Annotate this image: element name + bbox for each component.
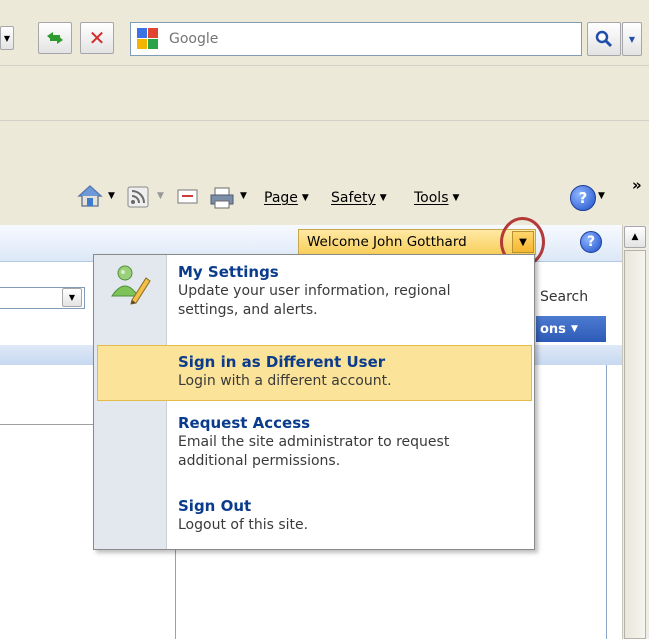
menu-item-description: Login with a different account. — [178, 373, 392, 389]
menu-item-description: Logout of this site. — [178, 517, 309, 533]
menu-item-sign-out[interactable]: Sign Out Logout of this site. — [178, 497, 530, 535]
chevron-down-icon: ▼ — [301, 193, 309, 203]
scroll-up-button[interactable]: ▲ — [624, 226, 646, 248]
chevron-down-icon: ▼ — [570, 324, 578, 334]
menu-item-title: Sign in as Different User — [178, 353, 386, 371]
google-icon — [137, 28, 159, 50]
printer-icon — [210, 187, 234, 209]
chevron-more-icon[interactable]: » — [632, 176, 642, 194]
magnifier-icon — [595, 30, 613, 48]
menu-item-description: Email the site administrator to request … — [178, 434, 450, 469]
read-mail-button[interactable] — [177, 188, 199, 208]
chevron-down-icon: ▼ — [68, 293, 76, 302]
home-dropdown-icon[interactable]: ▼ — [108, 191, 115, 201]
welcome-text: Welcome John Gotthard — [307, 234, 467, 250]
home-icon — [77, 185, 103, 207]
menu-item-title: Request Access — [178, 414, 311, 432]
stop-button[interactable]: ✕ — [80, 22, 114, 54]
chevron-down-icon: ▼ — [3, 33, 11, 43]
site-help-button[interactable]: ? — [580, 231, 602, 253]
chevron-up-icon: ▲ — [631, 232, 639, 242]
search-link[interactable]: Search — [540, 289, 588, 305]
home-button[interactable] — [76, 183, 106, 211]
print-button[interactable] — [208, 186, 236, 210]
help-icon: ? — [578, 189, 588, 207]
print-dropdown-icon[interactable]: ▼ — [240, 191, 247, 201]
refresh-icon — [47, 32, 63, 44]
search-go-button[interactable] — [587, 22, 621, 56]
search-input[interactable] — [167, 23, 581, 55]
search-options-button[interactable]: ▼ — [622, 22, 642, 56]
menu-item-my-settings[interactable]: My Settings Update your user information… — [178, 263, 530, 320]
tools-menu[interactable]: Tools ▼ — [414, 187, 459, 209]
chevron-down-icon: ▼ — [379, 193, 387, 203]
feeds-button[interactable] — [127, 186, 151, 210]
mail-icon — [177, 189, 198, 204]
help-dropdown-icon[interactable]: ▼ — [598, 191, 605, 201]
rss-icon — [127, 186, 149, 208]
address-dropdown-button[interactable]: ▼ — [0, 26, 14, 50]
help-menu-button[interactable]: ? — [570, 185, 596, 211]
safety-menu[interactable]: Safety ▼ — [331, 187, 387, 209]
page-menu-label: Page — [264, 190, 298, 206]
chevron-down-icon: ▼ — [628, 34, 636, 44]
menu-item-title: Sign Out — [178, 497, 252, 515]
user-settings-icon — [108, 262, 152, 306]
menu-item-title: My Settings — [178, 263, 279, 281]
menu-item-request-access[interactable]: Request Access Email the site administra… — [178, 414, 530, 471]
close-icon: ✕ — [88, 26, 106, 50]
page-menu[interactable]: Page ▼ — [264, 187, 309, 209]
feeds-dropdown-icon[interactable]: ▼ — [157, 191, 164, 201]
site-actions-label: ons — [540, 321, 566, 337]
menu-item-description: Update your user information, regional s… — [178, 283, 451, 318]
site-actions-button[interactable]: ons ▼ — [536, 316, 606, 342]
divider — [0, 424, 95, 425]
safety-menu-label: Safety — [331, 190, 376, 206]
help-icon: ? — [586, 234, 596, 250]
chevron-down-icon: ▼ — [452, 193, 460, 203]
tools-menu-label: Tools — [414, 190, 449, 206]
search-box[interactable] — [130, 22, 582, 56]
search-scope-dropdown-button[interactable]: ▼ — [62, 288, 82, 307]
refresh-button[interactable] — [38, 22, 72, 54]
favorites-bar — [0, 65, 649, 120]
scroll-thumb[interactable] — [624, 250, 646, 639]
menu-item-sign-in-different-user[interactable]: Sign in as Different User Login with a d… — [178, 353, 530, 391]
